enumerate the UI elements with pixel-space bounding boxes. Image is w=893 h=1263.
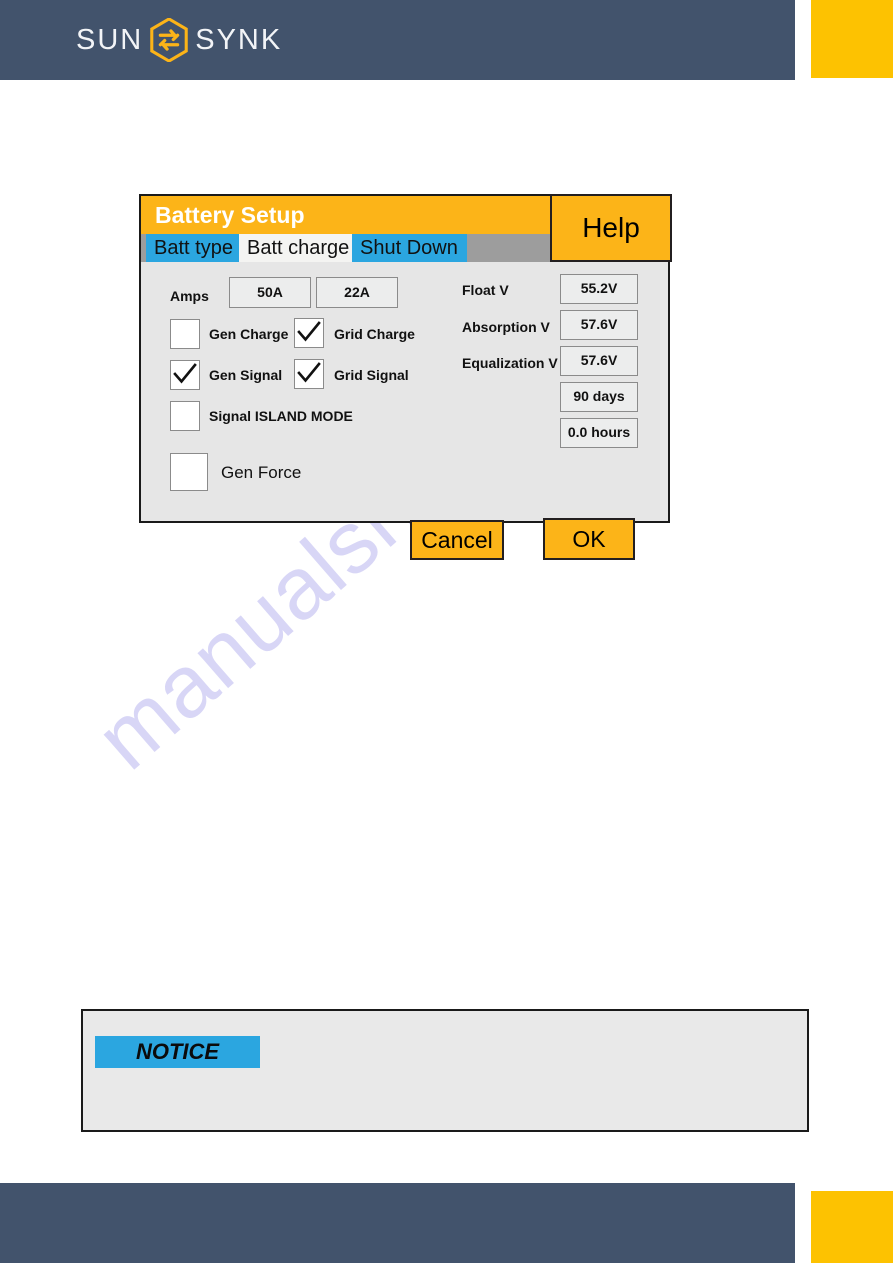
param-value-equalization-hours[interactable]: 0.0 hours [560, 418, 638, 448]
amps-value-secondary[interactable]: 22A [316, 277, 398, 308]
battery-setup-dialog: Battery Setup Batt type Batt charge Shut… [139, 194, 672, 560]
param-value-equalization-v[interactable]: 57.6V [560, 346, 638, 376]
notice-badge: NOTICE [95, 1036, 260, 1068]
notice-box: NOTICE [81, 1009, 809, 1132]
tab-batt-charge[interactable]: Batt charge [239, 234, 352, 262]
amps-value-primary[interactable]: 50A [229, 277, 311, 308]
checkbox-label-grid-signal: Grid Signal [334, 367, 409, 383]
param-value-equalization-days[interactable]: 90 days [560, 382, 638, 412]
checkbox-gen-force[interactable] [170, 453, 208, 491]
param-label-float-v: Float V [462, 282, 509, 298]
amps-label: Amps [170, 288, 209, 304]
tab-shut-down[interactable]: Shut Down [352, 234, 467, 262]
check-mark-icon [173, 363, 197, 384]
footer-accent-block [811, 1191, 893, 1263]
param-value-float-v[interactable]: 55.2V [560, 274, 638, 304]
ok-button[interactable]: OK [543, 518, 635, 560]
param-label-equalization-v: Equalization V [462, 355, 558, 371]
checkbox-grid-signal[interactable] [294, 359, 324, 389]
cancel-button[interactable]: Cancel [410, 520, 504, 560]
dialog-body: Amps 50A 22A Gen Charge Grid Charge Gen … [141, 262, 668, 560]
sunsynk-logo: SUN SYNK [76, 18, 282, 62]
checkbox-gen-charge[interactable] [170, 319, 200, 349]
checkbox-label-gen-charge: Gen Charge [209, 326, 289, 342]
header-accent-block [811, 0, 893, 78]
checkbox-label-gen-signal: Gen Signal [209, 367, 283, 383]
page-footer-bar [0, 1183, 795, 1263]
logo-word-sun: SUN [76, 23, 144, 56]
checkbox-gen-signal[interactable] [170, 360, 200, 390]
checkbox-signal-island-mode[interactable] [170, 401, 200, 431]
checkbox-label-gen-force: Gen Force [221, 463, 302, 482]
hexagon-sync-icon [150, 18, 188, 62]
tab-batt-type[interactable]: Batt type [146, 234, 239, 262]
param-label-absorption-v: Absorption V [462, 319, 550, 335]
checkbox-grid-charge[interactable] [294, 318, 324, 348]
logo-word-synk: SYNK [195, 23, 283, 56]
check-mark-icon [297, 362, 321, 383]
param-value-absorption-v[interactable]: 57.6V [560, 310, 638, 340]
check-mark-icon [297, 321, 321, 342]
checkbox-label-grid-charge: Grid Charge [334, 326, 415, 342]
checkbox-label-signal-island-mode: Signal ISLAND MODE [209, 408, 353, 424]
dialog-title: Battery Setup [155, 202, 305, 228]
help-button[interactable]: Help [550, 194, 672, 262]
